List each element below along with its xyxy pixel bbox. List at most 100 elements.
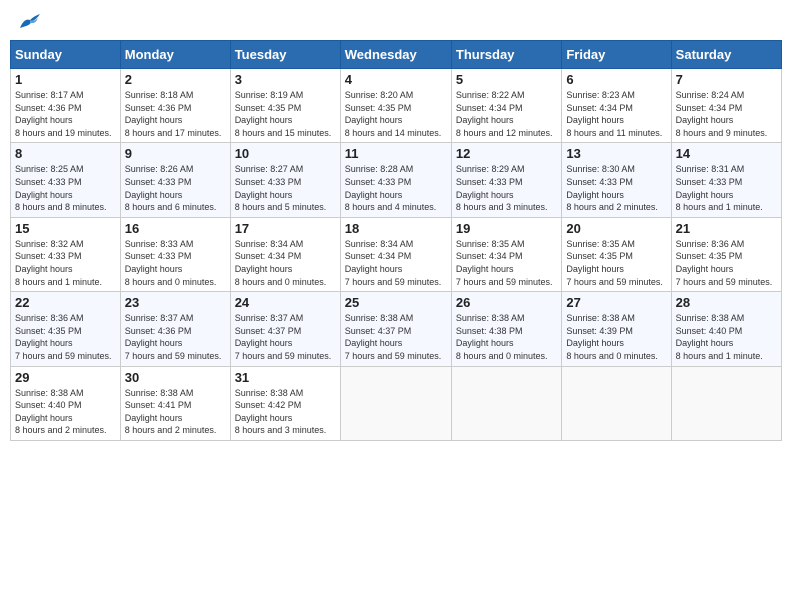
day-info: Sunrise: 8:38 AM Sunset: 4:39 PM Dayligh… [566, 312, 666, 362]
calendar-day-cell: 4 Sunrise: 8:20 AM Sunset: 4:35 PM Dayli… [340, 69, 451, 143]
day-info: Sunrise: 8:25 AM Sunset: 4:33 PM Dayligh… [15, 163, 116, 213]
calendar-day-cell: 21 Sunrise: 8:36 AM Sunset: 4:35 PM Dayl… [671, 217, 781, 291]
day-info: Sunrise: 8:37 AM Sunset: 4:37 PM Dayligh… [235, 312, 336, 362]
calendar-week-row: 29 Sunrise: 8:38 AM Sunset: 4:40 PM Dayl… [11, 366, 782, 440]
calendar-day-cell [451, 366, 561, 440]
calendar-day-cell: 26 Sunrise: 8:38 AM Sunset: 4:38 PM Dayl… [451, 292, 561, 366]
day-info: Sunrise: 8:30 AM Sunset: 4:33 PM Dayligh… [566, 163, 666, 213]
day-info: Sunrise: 8:22 AM Sunset: 4:34 PM Dayligh… [456, 89, 557, 139]
calendar-day-cell: 17 Sunrise: 8:34 AM Sunset: 4:34 PM Dayl… [230, 217, 340, 291]
day-number: 31 [235, 370, 336, 385]
calendar-day-cell: 31 Sunrise: 8:38 AM Sunset: 4:42 PM Dayl… [230, 366, 340, 440]
day-number: 10 [235, 146, 336, 161]
day-info: Sunrise: 8:24 AM Sunset: 4:34 PM Dayligh… [676, 89, 777, 139]
day-info: Sunrise: 8:26 AM Sunset: 4:33 PM Dayligh… [125, 163, 226, 213]
day-info: Sunrise: 8:17 AM Sunset: 4:36 PM Dayligh… [15, 89, 116, 139]
calendar-day-cell: 23 Sunrise: 8:37 AM Sunset: 4:36 PM Dayl… [120, 292, 230, 366]
day-number: 20 [566, 221, 666, 236]
day-info: Sunrise: 8:18 AM Sunset: 4:36 PM Dayligh… [125, 89, 226, 139]
calendar-day-cell: 14 Sunrise: 8:31 AM Sunset: 4:33 PM Dayl… [671, 143, 781, 217]
day-info: Sunrise: 8:23 AM Sunset: 4:34 PM Dayligh… [566, 89, 666, 139]
calendar-week-row: 8 Sunrise: 8:25 AM Sunset: 4:33 PM Dayli… [11, 143, 782, 217]
day-info: Sunrise: 8:36 AM Sunset: 4:35 PM Dayligh… [15, 312, 116, 362]
day-info: Sunrise: 8:34 AM Sunset: 4:34 PM Dayligh… [345, 238, 447, 288]
weekday-header: Monday [120, 41, 230, 69]
day-number: 9 [125, 146, 226, 161]
day-number: 23 [125, 295, 226, 310]
day-info: Sunrise: 8:38 AM Sunset: 4:37 PM Dayligh… [345, 312, 447, 362]
day-info: Sunrise: 8:35 AM Sunset: 4:34 PM Dayligh… [456, 238, 557, 288]
day-number: 18 [345, 221, 447, 236]
calendar-day-cell [340, 366, 451, 440]
day-info: Sunrise: 8:28 AM Sunset: 4:33 PM Dayligh… [345, 163, 447, 213]
day-number: 1 [15, 72, 116, 87]
day-number: 22 [15, 295, 116, 310]
day-number: 17 [235, 221, 336, 236]
calendar-day-cell: 28 Sunrise: 8:38 AM Sunset: 4:40 PM Dayl… [671, 292, 781, 366]
calendar-day-cell: 12 Sunrise: 8:29 AM Sunset: 4:33 PM Dayl… [451, 143, 561, 217]
day-number: 11 [345, 146, 447, 161]
day-number: 26 [456, 295, 557, 310]
day-number: 30 [125, 370, 226, 385]
calendar-day-cell: 7 Sunrise: 8:24 AM Sunset: 4:34 PM Dayli… [671, 69, 781, 143]
calendar-table: SundayMondayTuesdayWednesdayThursdayFrid… [10, 40, 782, 441]
day-info: Sunrise: 8:37 AM Sunset: 4:36 PM Dayligh… [125, 312, 226, 362]
day-number: 13 [566, 146, 666, 161]
weekday-header: Sunday [11, 41, 121, 69]
day-info: Sunrise: 8:29 AM Sunset: 4:33 PM Dayligh… [456, 163, 557, 213]
calendar-day-cell: 25 Sunrise: 8:38 AM Sunset: 4:37 PM Dayl… [340, 292, 451, 366]
calendar-day-cell: 27 Sunrise: 8:38 AM Sunset: 4:39 PM Dayl… [562, 292, 671, 366]
calendar-week-row: 22 Sunrise: 8:36 AM Sunset: 4:35 PM Dayl… [11, 292, 782, 366]
calendar-day-cell: 11 Sunrise: 8:28 AM Sunset: 4:33 PM Dayl… [340, 143, 451, 217]
day-number: 7 [676, 72, 777, 87]
calendar-day-cell: 29 Sunrise: 8:38 AM Sunset: 4:40 PM Dayl… [11, 366, 121, 440]
day-info: Sunrise: 8:27 AM Sunset: 4:33 PM Dayligh… [235, 163, 336, 213]
calendar-week-row: 1 Sunrise: 8:17 AM Sunset: 4:36 PM Dayli… [11, 69, 782, 143]
calendar-day-cell: 18 Sunrise: 8:34 AM Sunset: 4:34 PM Dayl… [340, 217, 451, 291]
calendar-day-cell: 2 Sunrise: 8:18 AM Sunset: 4:36 PM Dayli… [120, 69, 230, 143]
weekday-header-row: SundayMondayTuesdayWednesdayThursdayFrid… [11, 41, 782, 69]
weekday-header: Friday [562, 41, 671, 69]
day-number: 27 [566, 295, 666, 310]
day-info: Sunrise: 8:36 AM Sunset: 4:35 PM Dayligh… [676, 238, 777, 288]
day-number: 4 [345, 72, 447, 87]
calendar-day-cell [671, 366, 781, 440]
calendar-day-cell: 24 Sunrise: 8:37 AM Sunset: 4:37 PM Dayl… [230, 292, 340, 366]
day-number: 8 [15, 146, 116, 161]
day-info: Sunrise: 8:38 AM Sunset: 4:40 PM Dayligh… [676, 312, 777, 362]
weekday-header: Tuesday [230, 41, 340, 69]
calendar-day-cell: 6 Sunrise: 8:23 AM Sunset: 4:34 PM Dayli… [562, 69, 671, 143]
weekday-header: Wednesday [340, 41, 451, 69]
logo [14, 10, 44, 32]
page-header [10, 10, 782, 32]
day-number: 21 [676, 221, 777, 236]
day-number: 24 [235, 295, 336, 310]
day-number: 25 [345, 295, 447, 310]
day-number: 6 [566, 72, 666, 87]
day-info: Sunrise: 8:38 AM Sunset: 4:42 PM Dayligh… [235, 387, 336, 437]
day-number: 5 [456, 72, 557, 87]
day-number: 19 [456, 221, 557, 236]
day-info: Sunrise: 8:31 AM Sunset: 4:33 PM Dayligh… [676, 163, 777, 213]
calendar-day-cell: 16 Sunrise: 8:33 AM Sunset: 4:33 PM Dayl… [120, 217, 230, 291]
day-number: 15 [15, 221, 116, 236]
day-number: 2 [125, 72, 226, 87]
calendar-day-cell: 9 Sunrise: 8:26 AM Sunset: 4:33 PM Dayli… [120, 143, 230, 217]
calendar-week-row: 15 Sunrise: 8:32 AM Sunset: 4:33 PM Dayl… [11, 217, 782, 291]
day-number: 14 [676, 146, 777, 161]
day-info: Sunrise: 8:32 AM Sunset: 4:33 PM Dayligh… [15, 238, 116, 288]
day-number: 16 [125, 221, 226, 236]
calendar-day-cell: 1 Sunrise: 8:17 AM Sunset: 4:36 PM Dayli… [11, 69, 121, 143]
calendar-day-cell [562, 366, 671, 440]
calendar-day-cell: 13 Sunrise: 8:30 AM Sunset: 4:33 PM Dayl… [562, 143, 671, 217]
day-number: 28 [676, 295, 777, 310]
weekday-header: Saturday [671, 41, 781, 69]
calendar-day-cell: 20 Sunrise: 8:35 AM Sunset: 4:35 PM Dayl… [562, 217, 671, 291]
day-info: Sunrise: 8:38 AM Sunset: 4:38 PM Dayligh… [456, 312, 557, 362]
day-number: 12 [456, 146, 557, 161]
day-info: Sunrise: 8:19 AM Sunset: 4:35 PM Dayligh… [235, 89, 336, 139]
day-info: Sunrise: 8:34 AM Sunset: 4:34 PM Dayligh… [235, 238, 336, 288]
day-number: 29 [15, 370, 116, 385]
calendar-day-cell: 30 Sunrise: 8:38 AM Sunset: 4:41 PM Dayl… [120, 366, 230, 440]
calendar-day-cell: 19 Sunrise: 8:35 AM Sunset: 4:34 PM Dayl… [451, 217, 561, 291]
